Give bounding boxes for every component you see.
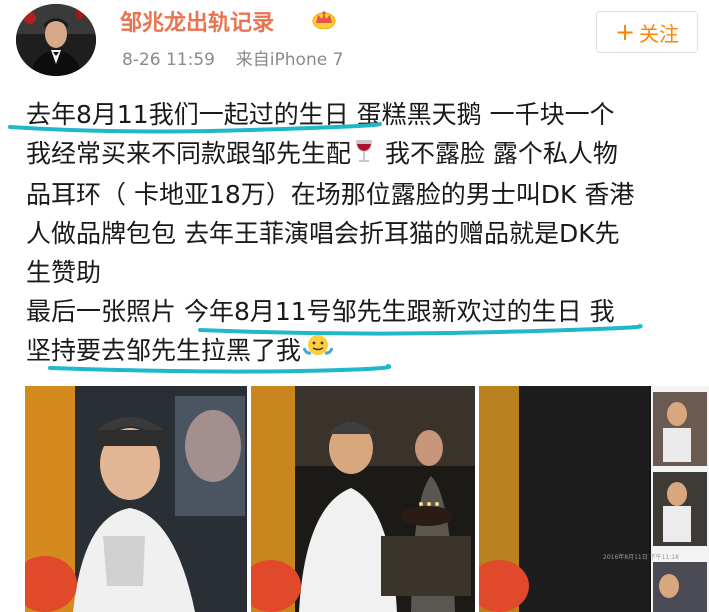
post-time: 8-26 11:59 (122, 50, 215, 70)
post-meta: 8-26 11:59 来自iPhone 7 (122, 45, 343, 70)
post-photo-1[interactable] (25, 386, 247, 612)
post-line: 我经常买来不同款跟邹先生配 我不露脸 露个私人物 (26, 134, 706, 175)
post-line: 生赞助 (26, 257, 102, 287)
post-line: 人做品牌包包 去年王菲演唱会折耳猫的赠品就是DK先 (26, 218, 620, 248)
crown-vip-icon (312, 9, 336, 30)
post-source[interactable]: 来自iPhone 7 (236, 50, 344, 70)
screen-caption: 2016年8月11日 下午11:18 (603, 553, 679, 561)
post-photo-3[interactable]: 2016年8月11日 下午11:18 (479, 386, 709, 612)
shrug-emoji (302, 332, 334, 371)
avatar[interactable] (16, 4, 96, 76)
post-body: 去年8月11我们一起过的生日 蛋糕黑天鹅 一千块一个 我经常买来不同款跟邹先生配… (26, 95, 706, 371)
post-line: 去年8月11我们一起过的生日 蛋糕黑天鹅 一千块一个 (26, 100, 615, 129)
follow-label: 关注 (639, 21, 680, 46)
post-line: 品耳环（ 卡地亚18万）在场那位露脸的男士叫DK 香港 (26, 179, 635, 209)
follow-button[interactable]: + 关注 (596, 11, 698, 53)
post-line: 最后一张照片 今年8月11号邹先生跟新欢过的生日 我 (26, 296, 615, 326)
plus-icon: + (614, 18, 636, 46)
post-photo-2[interactable] (251, 386, 475, 612)
wine-glass-emoji (353, 136, 375, 175)
username[interactable]: 邹兆龙出轨记录 (120, 5, 274, 37)
post-line: 坚持要去邹先生拉黑了我 (26, 331, 706, 372)
